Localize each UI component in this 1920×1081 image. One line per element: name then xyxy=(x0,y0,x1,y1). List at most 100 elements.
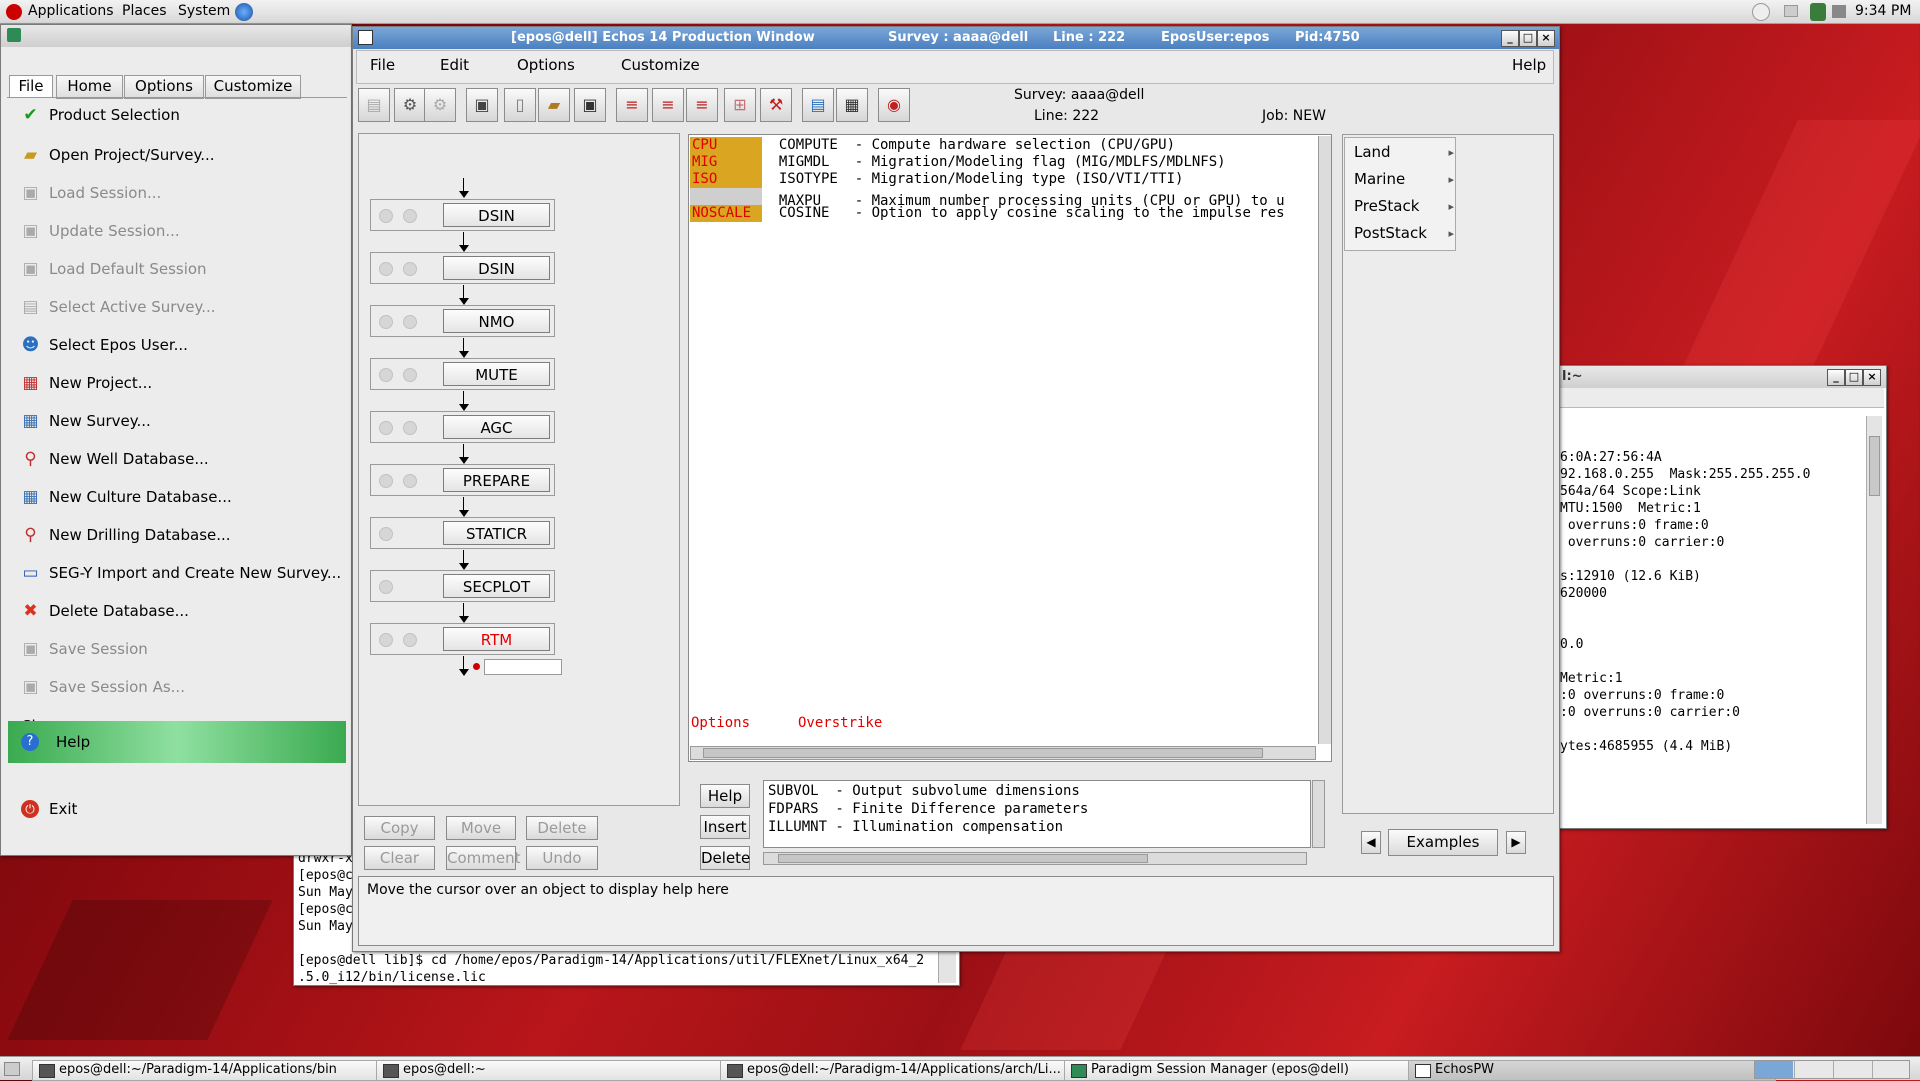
flow-row-mute[interactable]: MUTE xyxy=(370,358,555,390)
globe-icon[interactable] xyxy=(235,3,253,21)
param-value[interactable]: NOSCALE xyxy=(690,205,762,222)
category-prestack[interactable]: PreStack ▸ xyxy=(1354,193,1454,220)
menu-item-select-epos-user[interactable]: ☻ Select Epos User... xyxy=(1,327,343,364)
param-value[interactable] xyxy=(690,188,762,205)
scrollbar-thumb[interactable] xyxy=(1869,436,1880,496)
examples-dropdown[interactable]: Examples xyxy=(1388,829,1498,856)
new-file-icon[interactable]: ▯ xyxy=(504,88,536,122)
delete-button[interactable]: Delete xyxy=(700,846,750,870)
module-button-staticr[interactable]: STATICR xyxy=(443,521,550,545)
menu-item-select-active-survey[interactable]: ▤ Select Active Survey... xyxy=(1,289,343,326)
open-folder-icon[interactable]: ▰ xyxy=(538,88,570,122)
device-icon[interactable] xyxy=(1784,5,1798,17)
module-toggle-icon[interactable] xyxy=(379,527,393,541)
menu-item-load-session[interactable]: ▣ Load Session... xyxy=(1,175,343,212)
close-icon[interactable]: × xyxy=(1537,30,1555,47)
flow-row-dsin[interactable]: DSIN xyxy=(370,199,555,231)
workspace-3[interactable] xyxy=(1833,1061,1871,1078)
clear-button[interactable]: Clear xyxy=(364,846,435,870)
flow-row-rtm[interactable]: RTM xyxy=(370,623,555,655)
tab-home[interactable]: Home xyxy=(56,75,123,99)
subparam-hscrollbar[interactable] xyxy=(763,852,1307,865)
workspace-2[interactable] xyxy=(1794,1061,1832,1078)
module-button-dsin[interactable]: DSIN xyxy=(443,256,550,280)
menu-help[interactable]: Help xyxy=(1512,56,1546,74)
echos-titlebar[interactable]: [epos@dell] Echos 14 Production Window S… xyxy=(353,27,1559,49)
module-toggle-icon[interactable] xyxy=(379,262,393,276)
toolbar-flow-icon[interactable]: ▤ xyxy=(358,88,390,122)
param-vscrollbar[interactable] xyxy=(1318,136,1331,744)
param-hscrollbar[interactable] xyxy=(690,746,1316,760)
module-status-icon[interactable] xyxy=(403,315,417,329)
menu-item-update-session[interactable]: ▣ Update Session... xyxy=(1,213,343,250)
menu-options[interactable]: Options xyxy=(517,56,575,74)
toolbar-run-all-icon[interactable]: ⚙ xyxy=(424,88,456,122)
flow-row-staticr[interactable]: STATICR xyxy=(370,517,555,549)
clock[interactable]: 9:34 PM xyxy=(1855,3,1911,19)
move-button[interactable]: Move xyxy=(446,816,516,840)
session-manager-titlebar[interactable] xyxy=(1,25,351,47)
module-button-dsin[interactable]: DSIN xyxy=(443,203,550,227)
menu-item-exit[interactable]: ⏻ Exit xyxy=(1,791,343,828)
terminal-titlebar[interactable]: l:~ _ □ × xyxy=(1556,366,1886,388)
check-list-icon[interactable]: ≡ xyxy=(652,88,684,122)
module-button-nmo[interactable]: NMO xyxy=(443,309,550,333)
close-icon[interactable]: × xyxy=(1863,369,1881,386)
comment-button[interactable]: Comment xyxy=(446,846,521,870)
scrollbar-thumb[interactable] xyxy=(703,748,1263,758)
tree-icon[interactable]: ⊞ xyxy=(724,88,756,122)
volume-icon[interactable] xyxy=(1832,5,1846,18)
document-icon[interactable]: ▤ xyxy=(802,88,834,122)
tools-icon[interactable]: ⚒ xyxy=(760,88,792,122)
copy-button[interactable]: Copy xyxy=(364,816,435,840)
param-row-isotype[interactable]: ISO ISOTYPE - Migration/Modeling type (I… xyxy=(690,171,1183,188)
module-toggle-icon[interactable] xyxy=(379,580,393,594)
scrollbar-thumb[interactable] xyxy=(778,854,1148,863)
param-row-cosine[interactable]: NOSCALE COSINE - Option to apply cosine … xyxy=(690,205,1285,222)
taskbar-item-terminal-arch[interactable]: epos@dell:~/Paradigm-14/Applications/arc… xyxy=(720,1060,1088,1081)
subparam-vscrollbar[interactable] xyxy=(1312,780,1325,848)
module-toggle-icon[interactable] xyxy=(379,368,393,382)
module-button-secplot[interactable]: SECPLOT xyxy=(443,574,550,598)
delete-module-button[interactable]: Delete xyxy=(526,816,598,840)
taskbar-item-terminal-bin[interactable]: epos@dell:~/Paradigm-14/Applications/bin xyxy=(32,1060,400,1081)
maximize-icon[interactable]: □ xyxy=(1845,369,1863,386)
module-toggle-icon[interactable] xyxy=(379,209,393,223)
panel-menu-system[interactable]: System xyxy=(178,3,230,19)
settings-icon[interactable]: ◉ xyxy=(878,88,910,122)
parameter-editor[interactable] xyxy=(688,134,1332,762)
maximize-icon[interactable]: □ xyxy=(1519,30,1537,47)
help-button[interactable]: Help xyxy=(700,784,750,808)
terminal-scrollbar[interactable] xyxy=(1866,416,1882,824)
tab-customize[interactable]: Customize xyxy=(205,75,301,99)
category-poststack[interactable]: PostStack ▸ xyxy=(1354,220,1454,247)
undo-button[interactable]: Undo xyxy=(526,846,598,870)
menu-item-new-survey[interactable]: ▦ New Survey... xyxy=(1,403,343,440)
subparam-item-subvol[interactable]: SUBVOL - Output subvolume dimensions xyxy=(768,783,1080,799)
module-button-rtm[interactable]: RTM xyxy=(443,627,550,651)
module-toggle-icon[interactable] xyxy=(379,633,393,647)
param-value[interactable]: CPU xyxy=(690,137,762,154)
menu-customize[interactable]: Customize xyxy=(621,56,700,74)
media-icon[interactable] xyxy=(1752,3,1770,21)
menu-item-help[interactable]: ? Help xyxy=(8,721,346,763)
flow-row-dsin[interactable]: DSIN xyxy=(370,252,555,284)
workspace-1[interactable] xyxy=(1755,1061,1793,1078)
panel-menu-places[interactable]: Places xyxy=(122,3,167,19)
flow-row-prepare[interactable]: PREPARE xyxy=(370,464,555,496)
module-toggle-icon[interactable] xyxy=(379,421,393,435)
network-icon[interactable] xyxy=(1810,3,1826,21)
param-row-compute[interactable]: CPU COMPUTE - Compute hardware selection… xyxy=(690,137,1175,154)
subparam-item-fdpars[interactable]: FDPARS - Finite Difference parameters xyxy=(768,801,1088,817)
menu-item-new-culture-database[interactable]: ▦ New Culture Database... xyxy=(1,479,343,516)
menu-item-save-session-as[interactable]: ▣ Save Session As... xyxy=(1,669,343,706)
module-status-icon[interactable] xyxy=(403,474,417,488)
param-row-maxpu[interactable]: MAXPU - Maximum number processing units … xyxy=(690,188,1285,209)
list-edit-icon[interactable]: ≡ xyxy=(686,88,718,122)
show-desktop-icon[interactable] xyxy=(4,1062,20,1076)
menu-file[interactable]: File xyxy=(370,56,395,74)
new-module-input[interactable] xyxy=(484,659,562,675)
module-status-icon[interactable] xyxy=(403,209,417,223)
module-button-prepare[interactable]: PREPARE xyxy=(443,468,550,492)
module-status-icon[interactable] xyxy=(403,368,417,382)
